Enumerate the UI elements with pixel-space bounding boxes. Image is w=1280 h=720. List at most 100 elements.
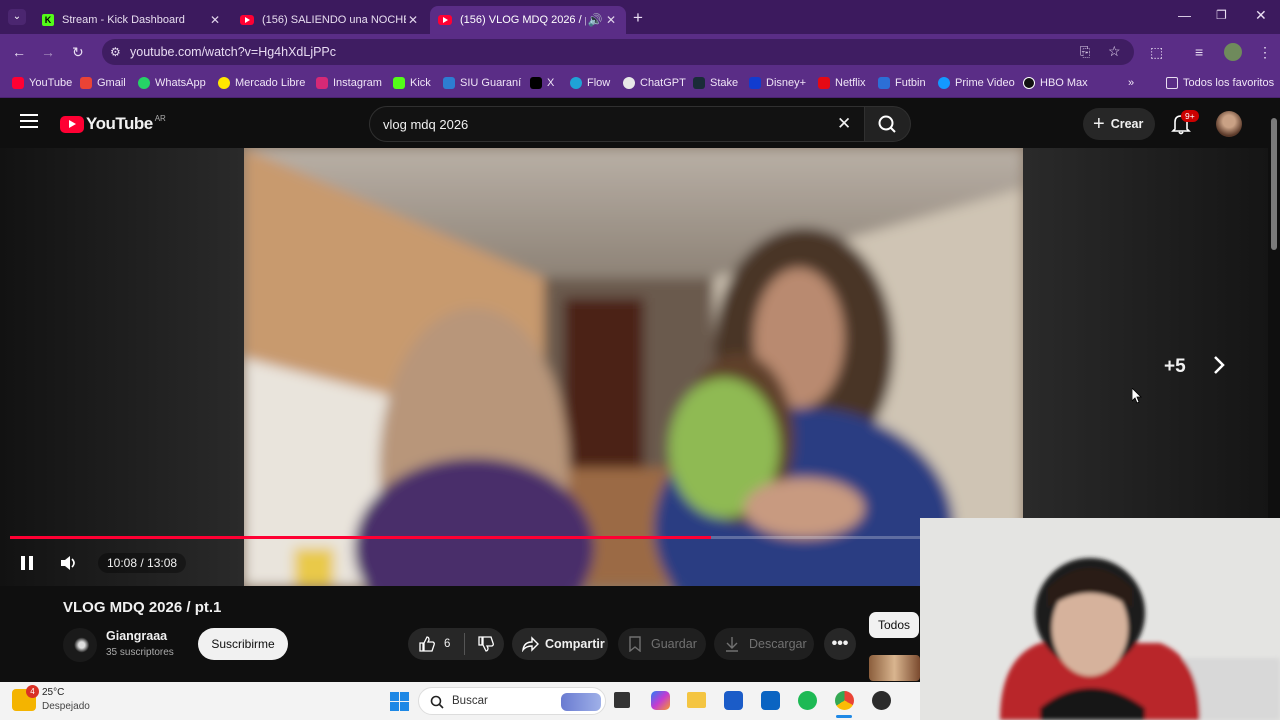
bookmark-futbin[interactable]: Futbin [878, 77, 926, 89]
reload-icon[interactable]: ↻ [72, 44, 84, 60]
bookmark-youtube[interactable]: YouTube [12, 77, 72, 89]
volume-icon [61, 556, 75, 570]
video-frame[interactable] [244, 148, 1023, 586]
bookmark-instagram[interactable]: Instagram [316, 77, 382, 89]
save-button[interactable]: Guardar [618, 628, 706, 660]
page-scrollbar[interactable] [1268, 100, 1280, 518]
media-controls-icon[interactable]: ≡ [1195, 44, 1203, 60]
subscribe-button[interactable]: Suscribirme [198, 628, 288, 660]
weather-icon[interactable]: 4 [12, 685, 39, 711]
clear-search-icon[interactable]: ✕ [837, 114, 851, 134]
window-close-icon[interactable]: ✕ [1255, 7, 1267, 24]
install-app-icon[interactable]: ⎘ [1080, 44, 1090, 60]
bookmark-gmail[interactable]: Gmail [80, 77, 126, 89]
microsoft-store-icon[interactable] [724, 691, 743, 710]
search-input[interactable]: vlog mdq 2026 ✕ [369, 106, 865, 142]
bookmark-hbo-max[interactable]: HBO Max [1023, 77, 1088, 89]
back-icon[interactable]: ← [12, 44, 26, 60]
hbo-max-icon [1023, 77, 1035, 89]
download-button[interactable]: Descargar [714, 628, 814, 660]
youtube-logo[interactable]: YouTube AR [60, 114, 166, 134]
bookmark-netflix[interactable]: Netflix [818, 77, 866, 89]
more-bookmarks-button[interactable]: » [1128, 77, 1134, 89]
scrollbar-thumb[interactable] [1271, 118, 1277, 250]
account-avatar[interactable] [1216, 111, 1242, 137]
search-button[interactable] [865, 106, 911, 142]
close-icon[interactable]: ✕ [406, 13, 420, 27]
bookmark-flow[interactable]: Flow [570, 77, 610, 89]
tab-title: (156) VLOG MDQ 2026 / pt. [460, 14, 586, 26]
subscriber-count: 35 suscriptores [106, 647, 174, 658]
youtube-icon [60, 115, 84, 133]
close-icon[interactable]: ✕ [208, 13, 222, 27]
tab-vlog-mdq[interactable]: (156) VLOG MDQ 2026 / pt. 🔊 ✕ [430, 6, 626, 34]
kick-icon: K [42, 14, 54, 26]
progress-track[interactable] [10, 536, 920, 539]
task-view-icon[interactable] [614, 692, 630, 708]
site-info-icon[interactable]: ⚙ [110, 45, 121, 59]
futbin-icon [878, 77, 890, 89]
bookmark-star-icon[interactable]: ☆ [1108, 43, 1121, 60]
profile-avatar[interactable] [1224, 43, 1242, 61]
bookmark-disney[interactable]: Disney+ [749, 77, 806, 89]
outlook-icon[interactable] [761, 691, 780, 710]
copilot-icon[interactable] [651, 691, 670, 710]
bookmark-siu-guarani[interactable]: SIU Guaraní [443, 77, 521, 89]
volume-button[interactable] [60, 555, 78, 571]
chrome-icon[interactable] [835, 691, 854, 710]
menu-kebab-icon[interactable]: ⋮ [1258, 44, 1272, 60]
tab-search-button[interactable]: ⌄ [8, 9, 26, 25]
hamburger-menu-icon[interactable] [20, 114, 38, 128]
active-app-indicator [836, 715, 852, 718]
like-count: 6 [444, 638, 451, 650]
video-scene-image [244, 148, 1023, 586]
bookmark-label: Gmail [97, 77, 126, 89]
forward-icon[interactable]: → [41, 44, 55, 60]
steam-icon[interactable] [872, 691, 891, 710]
bookmark-stake[interactable]: Stake [693, 77, 738, 89]
address-bar[interactable]: ⚙ youtube.com/watch?v=Hg4hXdLjPPc ⎘ ☆ [102, 39, 1134, 65]
tab-kick-dashboard[interactable]: K Stream - Kick Dashboard ✕ [34, 6, 230, 34]
disney-icon [749, 77, 761, 89]
tab-saliendo[interactable]: (156) SALIENDO una NOCHE de ✕ [232, 6, 428, 34]
weather-temp: 25°C [42, 687, 65, 698]
channel-avatar[interactable] [63, 628, 97, 662]
file-explorer-icon[interactable] [687, 692, 706, 708]
bookmark-x[interactable]: X [530, 77, 554, 89]
share-icon [522, 636, 539, 652]
chip-all[interactable]: Todos [869, 612, 920, 638]
spotify-icon[interactable] [798, 691, 817, 710]
next-videos-count[interactable]: +5 [1164, 356, 1186, 378]
more-actions-button[interactable]: ••• [824, 628, 856, 660]
recommendation-thumbnail[interactable] [869, 655, 920, 681]
bookmark-whatsapp[interactable]: WhatsApp [138, 77, 206, 89]
notifications-button[interactable]: 9+ [1171, 110, 1199, 135]
pause-button[interactable] [20, 555, 34, 571]
speaker-icon[interactable]: 🔊 [586, 13, 604, 27]
browser-tab-strip: ⌄ K Stream - Kick Dashboard ✕ (156) SALI… [0, 0, 1280, 34]
thumbs-down-icon[interactable] [477, 635, 495, 653]
all-bookmarks-folder[interactable]: Todos los favoritos [1166, 77, 1274, 89]
minimize-icon[interactable]: — [1178, 8, 1191, 23]
channel-name[interactable]: Giangraaa [106, 629, 167, 643]
webcam-overlay [920, 518, 1280, 720]
like-dislike-group: 6 [408, 628, 504, 660]
chevron-right-icon[interactable] [1212, 354, 1226, 376]
taskbar-search[interactable]: Buscar [418, 687, 606, 715]
close-icon[interactable]: ✕ [604, 13, 618, 27]
player-controls: 10:08 / 13:08 [0, 536, 920, 586]
extensions-icon[interactable]: ⬚ [1150, 44, 1163, 60]
bookmark-kick[interactable]: Kick [393, 77, 431, 89]
new-tab-button[interactable]: + [633, 8, 643, 28]
bookmark-label: Kick [410, 77, 431, 89]
bookmark-chatgpt[interactable]: ChatGPT [623, 77, 686, 89]
bookmark-label: SIU Guaraní [460, 77, 522, 89]
start-button[interactable] [390, 692, 409, 711]
share-button[interactable]: Compartir [512, 628, 608, 660]
restore-icon[interactable]: ❐ [1216, 8, 1227, 22]
create-button[interactable]: + Crear [1083, 108, 1155, 140]
bookmark-prime-video[interactable]: Prime Video [938, 77, 1015, 89]
search-icon [878, 115, 896, 133]
thumbs-up-icon[interactable] [418, 635, 436, 653]
bookmark-mercado-libre[interactable]: Mercado Libre [218, 77, 305, 89]
